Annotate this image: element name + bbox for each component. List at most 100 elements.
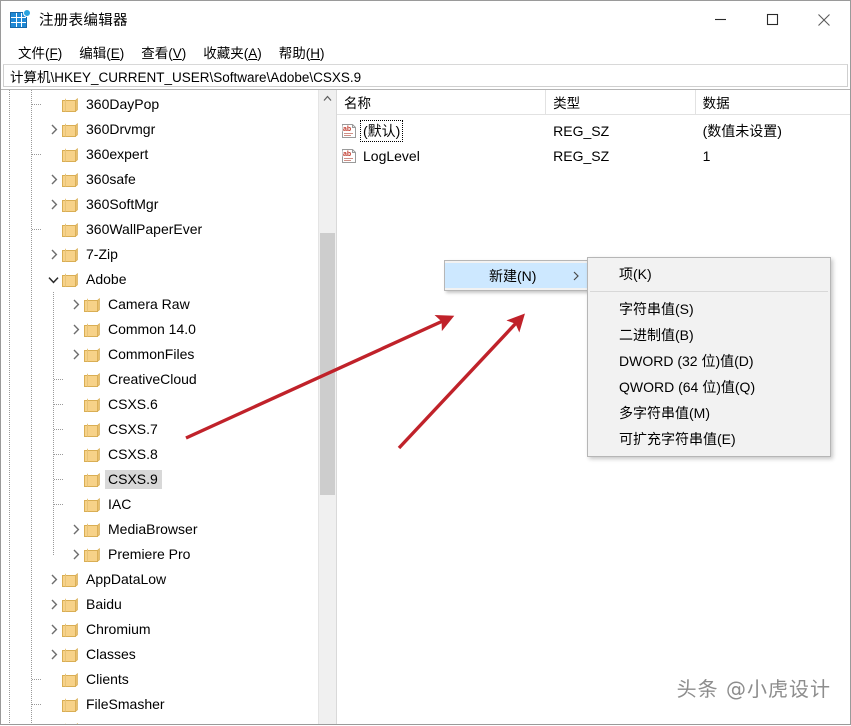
chevron-right-icon[interactable] bbox=[45, 192, 62, 217]
string-value-icon: ab bbox=[341, 148, 357, 164]
tree-item-label: Gabest bbox=[83, 720, 135, 724]
tree-item-gabest[interactable]: Gabest bbox=[1, 717, 318, 724]
menu-view[interactable]: 查看(V) bbox=[133, 40, 195, 64]
tree-item-360safe[interactable]: 360safe bbox=[1, 167, 318, 192]
scroll-up-icon[interactable] bbox=[319, 90, 336, 107]
chevron-right-icon[interactable] bbox=[45, 117, 62, 142]
tree-item-creativecloud[interactable]: CreativeCloud bbox=[1, 367, 318, 392]
tree-vertical-scrollbar[interactable] bbox=[318, 90, 336, 724]
chevron-right-icon[interactable] bbox=[45, 242, 62, 267]
values-list-row[interactable]: ab LogLevel REG_SZ 1 bbox=[337, 143, 850, 168]
tree-item-csxs.8[interactable]: CSXS.8 bbox=[1, 442, 318, 467]
address-bar[interactable]: 计算机\HKEY_CURRENT_USER\Software\Adobe\CSX… bbox=[3, 64, 848, 87]
maximize-button[interactable] bbox=[746, 1, 798, 38]
tree-item-csxs.6[interactable]: CSXS.6 bbox=[1, 392, 318, 417]
folder-icon bbox=[62, 197, 78, 212]
chevron-right-icon[interactable] bbox=[45, 642, 62, 667]
menu-file[interactable]: 文件(F) bbox=[10, 40, 71, 64]
tree-item-filesmasher[interactable]: FileSmasher bbox=[1, 692, 318, 717]
tree-item-common-14.0[interactable]: Common 14.0 bbox=[1, 317, 318, 342]
tree-item-csxs.9[interactable]: CSXS.9 bbox=[1, 467, 318, 492]
tree-item-baidu[interactable]: Baidu bbox=[1, 592, 318, 617]
tree-item-iac[interactable]: IAC bbox=[1, 492, 318, 517]
chevron-right-icon[interactable] bbox=[45, 567, 62, 592]
tree-connector-stub bbox=[54, 429, 63, 430]
tree-item-premiere-pro[interactable]: Premiere Pro bbox=[1, 542, 318, 567]
folder-icon bbox=[84, 447, 100, 462]
tree-connector-line bbox=[53, 292, 54, 556]
registry-tree: 360DayPop 360Drvmgr 360expert 360safe 360Sof… bbox=[1, 90, 318, 724]
tree-item-csxs.7[interactable]: CSXS.7 bbox=[1, 417, 318, 442]
tree-connector-stub bbox=[32, 229, 41, 230]
watermark: 头条 @小虎设计 bbox=[676, 677, 831, 701]
chevron-right-icon[interactable] bbox=[67, 292, 84, 317]
tree-item-360wallpaperever[interactable]: 360WallPaperEver bbox=[1, 217, 318, 242]
folder-icon bbox=[84, 522, 100, 537]
menu-edit[interactable]: 编辑(E) bbox=[71, 40, 133, 64]
chevron-right-icon[interactable] bbox=[45, 592, 62, 617]
menu-favorites[interactable]: 收藏夹(A) bbox=[195, 40, 271, 64]
title-bar: 注册表编辑器 bbox=[1, 1, 850, 39]
submenu-item--s-[interactable]: 字符串值(S) bbox=[588, 296, 830, 322]
submenu-item--e-[interactable]: 可扩充字符串值(E) bbox=[588, 426, 830, 452]
folder-icon bbox=[62, 122, 78, 137]
column-header-data[interactable]: 数据 bbox=[696, 90, 850, 114]
menu-help[interactable]: 帮助(H) bbox=[271, 40, 334, 64]
tree-item-mediabrowser[interactable]: MediaBrowser bbox=[1, 517, 318, 542]
column-header-type[interactable]: 类型 bbox=[546, 90, 696, 114]
tree-item-adobe[interactable]: Adobe bbox=[1, 267, 318, 292]
tree-connector-stub bbox=[54, 454, 63, 455]
chevron-right-icon[interactable] bbox=[45, 617, 62, 642]
close-button[interactable] bbox=[798, 1, 850, 38]
tree-item-appdatalow[interactable]: AppDataLow bbox=[1, 567, 318, 592]
folder-icon bbox=[62, 697, 78, 712]
tree-item-360daypop[interactable]: 360DayPop bbox=[1, 92, 318, 117]
chevron-right-icon[interactable] bbox=[67, 317, 84, 342]
chevron-down-icon[interactable] bbox=[45, 267, 62, 292]
chevron-right-icon[interactable] bbox=[67, 517, 84, 542]
folder-icon bbox=[84, 472, 100, 487]
folder-icon bbox=[62, 722, 78, 724]
tree-item-label: 360SoftMgr bbox=[86, 196, 159, 212]
tree-expander-placeholder bbox=[67, 367, 84, 392]
submenu-item--m-[interactable]: 多字符串值(M) bbox=[588, 400, 830, 426]
registry-editor-window: 注册表编辑器 文件(F) 编辑(E) 查看(V) 收藏夹(A) 帮助(H) 计算… bbox=[0, 0, 851, 725]
tree-connector-line bbox=[9, 90, 10, 724]
tree-item-label: FileSmasher bbox=[86, 696, 165, 712]
tree-item-label: CSXS.6 bbox=[108, 396, 158, 412]
folder-icon bbox=[62, 222, 78, 237]
tree-item-clients[interactable]: Clients bbox=[1, 667, 318, 692]
folder-icon bbox=[62, 622, 78, 637]
values-list-row[interactable]: ab (默认) REG_SZ (数值未设置) bbox=[337, 118, 850, 143]
chevron-right-icon bbox=[573, 268, 579, 284]
submenu-item-dword-32-d-[interactable]: DWORD (32 位)值(D) bbox=[588, 348, 830, 374]
tree-item-360softmgr[interactable]: 360SoftMgr bbox=[1, 192, 318, 217]
tree-item-camera-raw[interactable]: Camera Raw bbox=[1, 292, 318, 317]
chevron-right-icon[interactable] bbox=[67, 342, 84, 367]
tree-item-7-zip[interactable]: 7-Zip bbox=[1, 242, 318, 267]
folder-icon bbox=[62, 147, 78, 162]
tree-item-classes[interactable]: Classes bbox=[1, 642, 318, 667]
value-name-cell: ab LogLevel bbox=[337, 148, 546, 164]
column-header-name[interactable]: 名称 bbox=[337, 90, 547, 114]
tree-scrollbar-thumb[interactable] bbox=[320, 233, 335, 495]
value-data-cell: (数值未设置) bbox=[702, 122, 782, 139]
submenu-item--b-[interactable]: 二进制值(B) bbox=[588, 322, 830, 348]
chevron-right-icon[interactable] bbox=[45, 167, 62, 192]
chevron-right-icon[interactable] bbox=[45, 717, 62, 724]
context-menu-item-new[interactable]: 新建(N) bbox=[445, 263, 588, 288]
tree-item-chromium[interactable]: Chromium bbox=[1, 617, 318, 642]
svg-text:ab: ab bbox=[343, 151, 351, 158]
tree-item-label: CSXS.9 bbox=[105, 470, 162, 489]
chevron-right-icon[interactable] bbox=[67, 542, 84, 567]
submenu-item--k-[interactable]: 项(K) bbox=[588, 261, 830, 287]
submenu-item-qword-64-q-[interactable]: QWORD (64 位)值(Q) bbox=[588, 374, 830, 400]
minimize-button[interactable] bbox=[694, 1, 746, 38]
registry-editor-icon bbox=[9, 8, 31, 31]
tree-item-360drvmgr[interactable]: 360Drvmgr bbox=[1, 117, 318, 142]
tree-item-commonfiles[interactable]: CommonFiles bbox=[1, 342, 318, 367]
value-type-cell: REG_SZ bbox=[553, 122, 610, 139]
menu-separator bbox=[590, 291, 828, 292]
tree-item-label: Adobe bbox=[86, 271, 127, 287]
tree-item-360expert[interactable]: 360expert bbox=[1, 142, 318, 167]
